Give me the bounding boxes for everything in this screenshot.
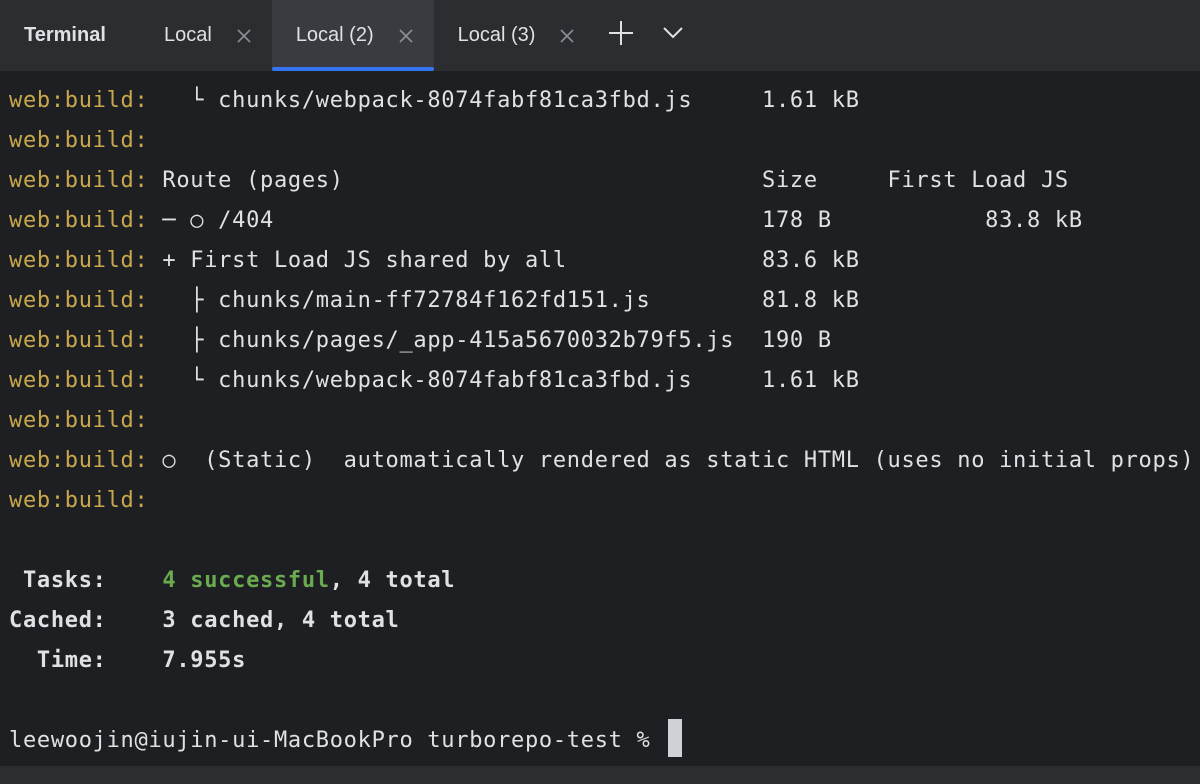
tab-label: Local <box>164 24 212 46</box>
output-line: web:build: ├ chunks/main-ff72784f162fd15… <box>9 288 860 313</box>
output-line: web:build: Route (pages) Size First Load… <box>9 168 1069 193</box>
new-tab-button[interactable] <box>595 0 647 71</box>
output-line: web:build: <box>9 488 149 513</box>
output-line: web:build: └ chunks/webpack-8074fabf81ca… <box>9 368 860 393</box>
horizontal-scroll-strip[interactable] <box>0 766 1200 784</box>
tab-local[interactable]: Local <box>140 0 272 71</box>
tab-local-3[interactable]: Local (3) <box>434 0 596 71</box>
summary-time: Time: 7.955s <box>9 648 247 673</box>
text-cursor <box>668 719 683 757</box>
more-tabs-button[interactable] <box>647 0 699 71</box>
tool-window-title: Terminal <box>24 24 106 46</box>
output-line: web:build: <box>9 128 149 153</box>
output-line: web:build: ─ ○ /404 178 B 83.8 kB <box>9 208 1083 233</box>
shell-prompt[interactable]: leewoojin@iujin-ui-MacBookPro turborepo-… <box>9 719 1200 761</box>
close-icon[interactable] <box>396 26 416 46</box>
terminal-output[interactable]: web:build: └ chunks/webpack-8074fabf81ca… <box>0 73 1200 765</box>
tab-label: Local (3) <box>457 24 536 46</box>
plus-icon <box>608 20 634 51</box>
terminal-window: Terminal Local Local (2) Local (3) web:b… <box>0 0 1200 784</box>
output-line: web:build: + First Load JS shared by all… <box>9 248 860 273</box>
close-icon[interactable] <box>234 26 254 46</box>
summary-cached: Cached: 3 cached, 4 total <box>9 608 400 633</box>
chevron-down-icon <box>662 26 684 45</box>
summary-tasks: Tasks: 4 successful, 4 total <box>9 568 456 593</box>
prompt-text: leewoojin@iujin-ui-MacBookPro turborepo-… <box>9 728 665 753</box>
output-line: web:build: └ chunks/webpack-8074fabf81ca… <box>9 88 860 113</box>
close-icon[interactable] <box>557 26 577 46</box>
output-line: web:build: ├ chunks/pages/_app-415a56700… <box>9 328 832 353</box>
terminal-tab-bar: Terminal Local Local (2) Local (3) <box>0 0 1200 72</box>
tab-local-2[interactable]: Local (2) <box>271 0 434 71</box>
output-line: web:build: ○ (Static) automatically rend… <box>9 448 1195 473</box>
tab-label: Local (2) <box>295 24 374 46</box>
output-line: web:build: <box>9 408 149 433</box>
